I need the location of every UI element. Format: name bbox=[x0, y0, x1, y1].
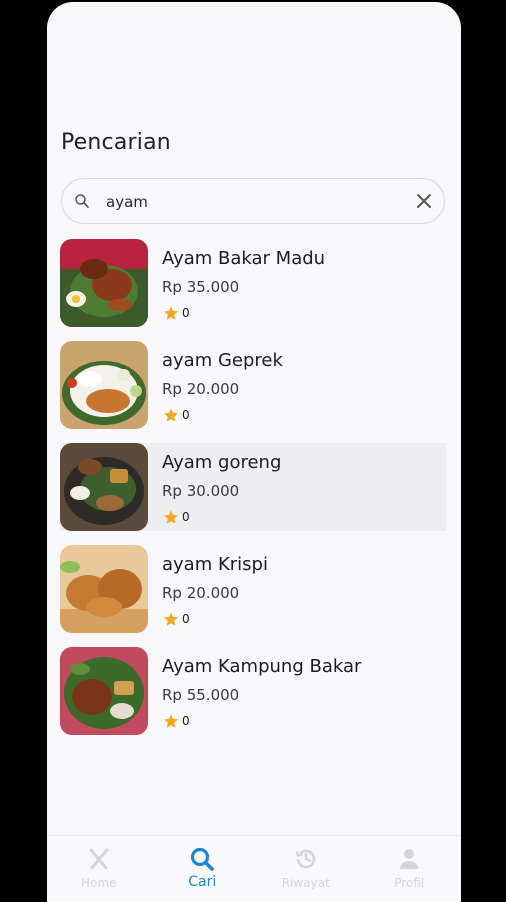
item-price: Rp 55.000 bbox=[162, 686, 240, 704]
search-icon bbox=[191, 847, 215, 871]
page-title: Pencarian bbox=[61, 130, 171, 155]
list-item[interactable]: ayam Krispi Rp 20.000 0 bbox=[60, 545, 447, 633]
person-icon bbox=[400, 849, 419, 869]
item-price: Rp 30.000 bbox=[162, 482, 240, 500]
nav-home[interactable]: Home bbox=[47, 836, 151, 902]
nav-label: Cari bbox=[188, 874, 217, 890]
item-rating: 0 bbox=[163, 509, 190, 525]
star-icon bbox=[164, 714, 178, 728]
item-rating: 0 bbox=[163, 713, 190, 729]
item-name: ayam Krispi bbox=[162, 554, 268, 575]
village-grilled-chicken-photo bbox=[60, 647, 148, 735]
clear-icon[interactable] bbox=[416, 193, 432, 209]
history-icon bbox=[295, 849, 316, 869]
nav-history[interactable]: Riwayat bbox=[254, 836, 358, 902]
item-name: ayam Geprek bbox=[162, 350, 283, 371]
item-rating: 0 bbox=[163, 305, 190, 321]
star-icon bbox=[164, 612, 178, 626]
item-price: Rp 20.000 bbox=[162, 380, 240, 398]
rating-value: 0 bbox=[182, 306, 190, 320]
item-name: Ayam goreng bbox=[162, 452, 282, 473]
list-item[interactable]: ayam Geprek Rp 20.000 0 bbox=[60, 341, 447, 429]
star-icon bbox=[164, 408, 178, 422]
search-icon bbox=[75, 194, 89, 208]
nav-profile[interactable]: Profil bbox=[358, 836, 462, 902]
rating-value: 0 bbox=[182, 714, 190, 728]
rating-value: 0 bbox=[182, 510, 190, 524]
smashed-chicken-rice-photo bbox=[60, 341, 148, 429]
item-name: Ayam Bakar Madu bbox=[162, 248, 326, 269]
nav-label: Profil bbox=[394, 876, 425, 890]
fried-chicken-plate-photo bbox=[60, 443, 148, 531]
star-icon bbox=[164, 510, 178, 524]
item-rating: 0 bbox=[163, 611, 190, 627]
item-price: Rp 35.000 bbox=[162, 278, 240, 296]
search-input[interactable] bbox=[104, 188, 398, 216]
rating-value: 0 bbox=[182, 612, 190, 626]
nav-search[interactable]: Cari bbox=[151, 836, 255, 902]
list-item[interactable]: Ayam Bakar Madu Rp 35.000 0 bbox=[60, 239, 447, 327]
grilled-chicken-photo bbox=[60, 239, 148, 327]
crispy-chicken-photo bbox=[60, 545, 148, 633]
search-bar bbox=[61, 178, 445, 224]
rating-value: 0 bbox=[182, 408, 190, 422]
item-rating: 0 bbox=[163, 407, 190, 423]
app-screen: Pencarian ayam Ayam Bakar Madu Rp 35.000… bbox=[47, 2, 461, 902]
results-list: Ayam Bakar Madu Rp 35.000 0 ayam Geprek … bbox=[60, 239, 447, 749]
utensils-icon bbox=[89, 848, 109, 870]
item-price: Rp 20.000 bbox=[162, 584, 240, 602]
nav-label: Home bbox=[81, 876, 117, 890]
list-item[interactable]: Ayam Kampung Bakar Rp 55.000 0 bbox=[60, 647, 447, 735]
star-icon bbox=[164, 306, 178, 320]
item-name: Ayam Kampung Bakar bbox=[162, 656, 362, 677]
bottom-nav: Home Cari Riwayat Profil bbox=[47, 835, 461, 902]
list-item[interactable]: Ayam goreng Rp 30.000 0 bbox=[60, 443, 447, 531]
nav-label: Riwayat bbox=[281, 876, 330, 890]
